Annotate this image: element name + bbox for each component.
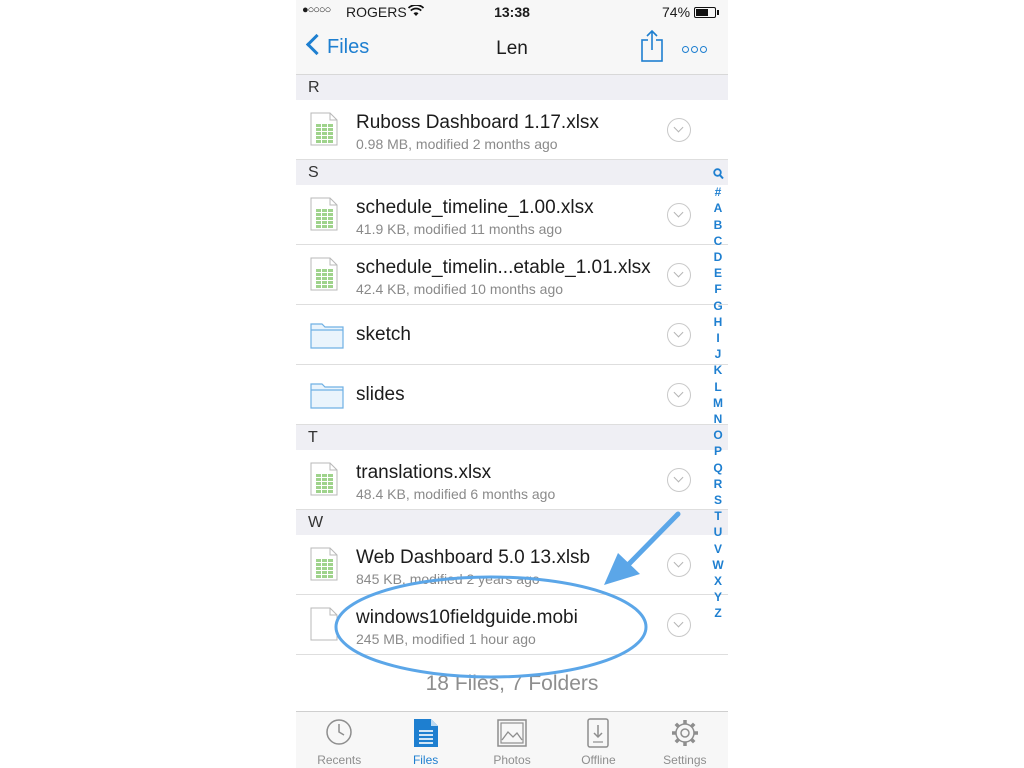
item-name: schedule_timeline_1.00.xlsx <box>356 197 594 218</box>
index-letter[interactable]: W <box>708 557 728 573</box>
index-letter[interactable]: E <box>708 265 728 281</box>
item-name: windows10fieldguide.mobi <box>356 607 578 628</box>
index-letter[interactable]: X <box>708 573 728 589</box>
index-letter[interactable]: G <box>708 298 728 314</box>
index-letter[interactable]: T <box>708 508 728 524</box>
item-actions-button[interactable] <box>667 468 691 492</box>
item-meta: 48.4 KB, modified 6 months ago <box>356 486 556 502</box>
item-name: sketch <box>356 324 411 345</box>
tab-recents[interactable]: Recents <box>296 712 382 768</box>
tab-label: Offline <box>581 753 616 767</box>
index-letter[interactable]: A <box>708 200 728 216</box>
index-letter[interactable]: P <box>708 443 728 459</box>
item-actions-button[interactable] <box>667 613 691 637</box>
index-letter[interactable]: Y <box>708 589 728 605</box>
file-list: R Ruboss Dashboard 1.17.xlsx 0.98 MB, modi… <box>296 75 728 655</box>
index-letter[interactable]: S <box>708 492 728 508</box>
item-name: Web Dashboard 5.0 13.xlsb <box>356 547 591 568</box>
tab-label: Photos <box>493 753 531 767</box>
index-letter[interactable]: L <box>708 379 728 395</box>
index-letter[interactable]: # <box>708 184 728 200</box>
index-letter[interactable]: N <box>708 411 728 427</box>
folder-row[interactable]: sketch <box>296 305 728 365</box>
item-meta: 42.4 KB, modified 10 months ago <box>356 281 564 297</box>
index-letter[interactable]: K <box>708 362 728 378</box>
spreadsheet-icon <box>310 112 338 151</box>
tab-offline[interactable]: Offline <box>555 712 641 768</box>
item-meta: 0.98 MB, modified 2 months ago <box>356 136 558 152</box>
navigation-bar: Files Len <box>296 24 728 75</box>
index-letter[interactable]: R <box>708 476 728 492</box>
file-count: 18 Files, 7 Folders <box>425 672 599 695</box>
item-actions-button[interactable] <box>667 203 691 227</box>
folder-icon <box>310 381 344 414</box>
index-letter[interactable]: H <box>708 314 728 330</box>
tab-label: Recents <box>317 753 362 767</box>
section-header: S <box>296 160 728 185</box>
item-actions-button[interactable] <box>667 118 691 142</box>
file-row[interactable]: Ruboss Dashboard 1.17.xlsx 0.98 MB, modif… <box>296 100 728 160</box>
alphabet-index[interactable]: # A B C D E F G H I J K L M N O P Q R S T U V W X Y Z <box>708 168 728 622</box>
folder-row[interactable]: slides <box>296 365 728 425</box>
item-meta: 845 KB, modified 2 years ago <box>356 571 540 587</box>
file-row[interactable]: schedule_timeline_1.00.xlsx 41.9 KB, modi… <box>296 185 728 245</box>
battery-icon <box>694 7 719 18</box>
index-letter[interactable]: B <box>708 217 728 233</box>
item-actions-button[interactable] <box>667 553 691 577</box>
item-name: schedule_timelin...etable_1.01.xlsx <box>356 257 651 278</box>
spreadsheet-icon <box>310 257 338 296</box>
item-actions-button[interactable] <box>667 263 691 287</box>
item-name: translations.xlsx <box>356 462 492 483</box>
item-actions-button[interactable] <box>667 383 691 407</box>
index-letter[interactable]: U <box>708 524 728 540</box>
share-button[interactable] <box>640 28 664 64</box>
item-meta: 245 MB, modified 1 hour ago <box>356 631 536 647</box>
tab-files[interactable]: Files <box>382 712 468 768</box>
tab-bar: Recents Files Photos Offline Settings <box>296 711 728 768</box>
search-icon[interactable] <box>708 168 728 184</box>
share-icon <box>641 29 663 62</box>
battery-percent: 74% <box>662 4 691 20</box>
file-row[interactable]: translations.xlsx 48.4 KB, modified 6 mon… <box>296 450 728 510</box>
folder-icon <box>310 321 344 354</box>
index-letter[interactable]: V <box>708 541 728 557</box>
index-letter[interactable]: C <box>708 233 728 249</box>
file-row[interactable]: windows10fieldguide.mobi 245 MB, modified… <box>296 595 728 655</box>
spreadsheet-icon <box>310 197 338 236</box>
tab-photos[interactable]: Photos <box>469 712 555 768</box>
more-icon <box>682 46 689 53</box>
item-actions-button[interactable] <box>667 323 691 347</box>
item-name: slides <box>356 384 405 405</box>
file-row[interactable]: Web Dashboard 5.0 13.xlsb 845 KB, modifie… <box>296 535 728 595</box>
index-letter[interactable]: J <box>708 346 728 362</box>
spreadsheet-icon <box>310 547 338 586</box>
spreadsheet-icon <box>310 462 338 501</box>
document-icon <box>310 607 338 646</box>
tab-settings[interactable]: Settings <box>642 712 728 768</box>
tab-label: Files <box>412 753 439 767</box>
section-header: T <box>296 425 728 450</box>
index-letter[interactable]: I <box>708 330 728 346</box>
more-options-button[interactable] <box>682 40 709 58</box>
index-letter[interactable]: Q <box>708 460 728 476</box>
index-letter[interactable]: M <box>708 395 728 411</box>
file-row[interactable]: schedule_timelin...etable_1.01.xlsx 42.4 … <box>296 245 728 305</box>
index-letter[interactable]: F <box>708 281 728 297</box>
section-header: W <box>296 510 728 535</box>
status-bar: ●○○○○ ROGERS 13:38 74% <box>296 0 728 24</box>
item-name: Ruboss Dashboard 1.17.xlsx <box>356 112 599 133</box>
index-letter[interactable]: Z <box>708 605 728 621</box>
section-header: R <box>296 75 728 100</box>
index-letter[interactable]: O <box>708 427 728 443</box>
item-meta: 41.9 KB, modified 11 months ago <box>356 221 562 237</box>
index-letter[interactable]: D <box>708 249 728 265</box>
phone-screen: ●○○○○ ROGERS 13:38 74% Files Len R Ruboss… <box>296 0 728 768</box>
tab-label: Settings <box>663 753 707 767</box>
